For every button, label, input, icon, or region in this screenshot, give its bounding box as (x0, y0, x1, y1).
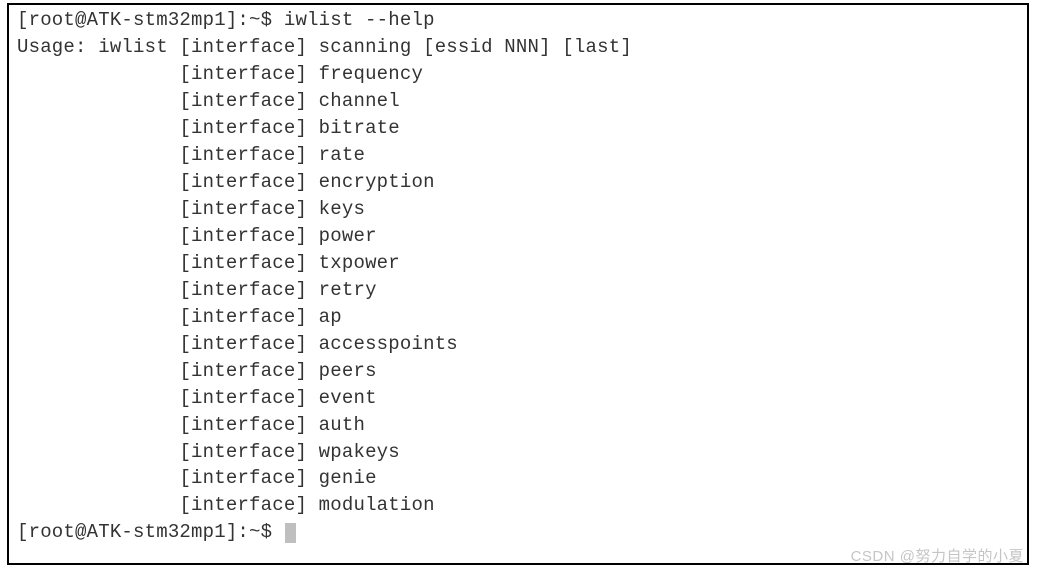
usage-option-line: [interface] rate (17, 142, 1019, 169)
interface-token: [interface] (179, 171, 318, 193)
usage-option-line: [interface] frequency (17, 61, 1019, 88)
interface-token: [interface] (179, 333, 318, 355)
usage-indent (17, 467, 179, 489)
cursor-icon (285, 523, 296, 543)
interface-token: [interface] (179, 414, 318, 436)
usage-indent (17, 225, 179, 247)
usage-option-line: [interface] accesspoints (17, 331, 1019, 358)
terminal-window[interactable]: [root@ATK-stm32mp1]:~$ iwlist --help Usa… (7, 3, 1029, 565)
usage-option: ap (319, 306, 342, 328)
prompt: [root@ATK-stm32mp1]:~$ (17, 9, 284, 31)
usage-option: modulation (319, 494, 435, 516)
usage-option-line: [interface] keys (17, 196, 1019, 223)
prompt: [root@ATK-stm32mp1]:~$ (17, 521, 284, 543)
usage-option: auth (319, 414, 365, 436)
usage-indent (17, 387, 179, 409)
usage-indent (17, 198, 179, 220)
usage-line-first: Usage: iwlist [interface] scanning [essi… (17, 34, 1019, 61)
usage-option-line: [interface] peers (17, 358, 1019, 385)
interface-token: [interface] (179, 252, 318, 274)
interface-token: [interface] (179, 144, 318, 166)
usage-option: channel (319, 90, 400, 112)
interface-token: [interface] (179, 198, 318, 220)
usage-indent (17, 494, 179, 516)
interface-token: [interface] (179, 225, 318, 247)
usage-option: rate (319, 144, 365, 166)
usage-indent (17, 63, 179, 85)
usage-option-line: [interface] ap (17, 304, 1019, 331)
usage-indent (17, 117, 179, 139)
usage-option-line: [interface] txpower (17, 250, 1019, 277)
usage-option-line: [interface] auth (17, 412, 1019, 439)
interface-token: [interface] (179, 360, 318, 382)
usage-indent (17, 333, 179, 355)
usage-option: bitrate (319, 117, 400, 139)
usage-first-suffix: scanning [essid NNN] [last] (319, 36, 632, 58)
usage-indent (17, 144, 179, 166)
usage-option-line: [interface] retry (17, 277, 1019, 304)
usage-indent (17, 306, 179, 328)
usage-option: encryption (319, 171, 435, 193)
usage-option: genie (319, 467, 377, 489)
usage-option-line: [interface] bitrate (17, 115, 1019, 142)
interface-token: [interface] (179, 306, 318, 328)
usage-option-line: [interface] event (17, 385, 1019, 412)
usage-option: event (319, 387, 377, 409)
interface-token: [interface] (179, 36, 318, 58)
interface-token: [interface] (179, 387, 318, 409)
usage-option: wpakeys (319, 441, 400, 463)
usage-option-line: [interface] modulation (17, 492, 1019, 519)
usage-option-line: [interface] genie (17, 465, 1019, 492)
usage-option: frequency (319, 63, 423, 85)
usage-indent (17, 414, 179, 436)
usage-option-line: [interface] encryption (17, 169, 1019, 196)
interface-token: [interface] (179, 63, 318, 85)
usage-option: txpower (319, 252, 400, 274)
usage-option: peers (319, 360, 377, 382)
interface-token: [interface] (179, 90, 318, 112)
usage-indent (17, 279, 179, 301)
interface-token: [interface] (179, 441, 318, 463)
usage-option: accesspoints (319, 333, 458, 355)
usage-label: Usage: iwlist (17, 36, 179, 58)
usage-option-line: [interface] power (17, 223, 1019, 250)
usage-indent (17, 90, 179, 112)
interface-token: [interface] (179, 117, 318, 139)
usage-options-list: [interface] frequency [interface] channe… (17, 61, 1019, 519)
interface-token: [interface] (179, 279, 318, 301)
prompt-line-empty: [root@ATK-stm32mp1]:~$ (17, 519, 1019, 546)
usage-option-line: [interface] wpakeys (17, 439, 1019, 466)
interface-token: [interface] (179, 467, 318, 489)
usage-option-line: [interface] channel (17, 88, 1019, 115)
usage-indent (17, 252, 179, 274)
usage-option: retry (319, 279, 377, 301)
usage-indent (17, 171, 179, 193)
usage-indent (17, 360, 179, 382)
interface-token: [interface] (179, 494, 318, 516)
usage-indent (17, 441, 179, 463)
entered-command: iwlist --help (284, 9, 435, 31)
usage-option: keys (319, 198, 365, 220)
command-line: [root@ATK-stm32mp1]:~$ iwlist --help (17, 7, 1019, 34)
usage-option: power (319, 225, 377, 247)
